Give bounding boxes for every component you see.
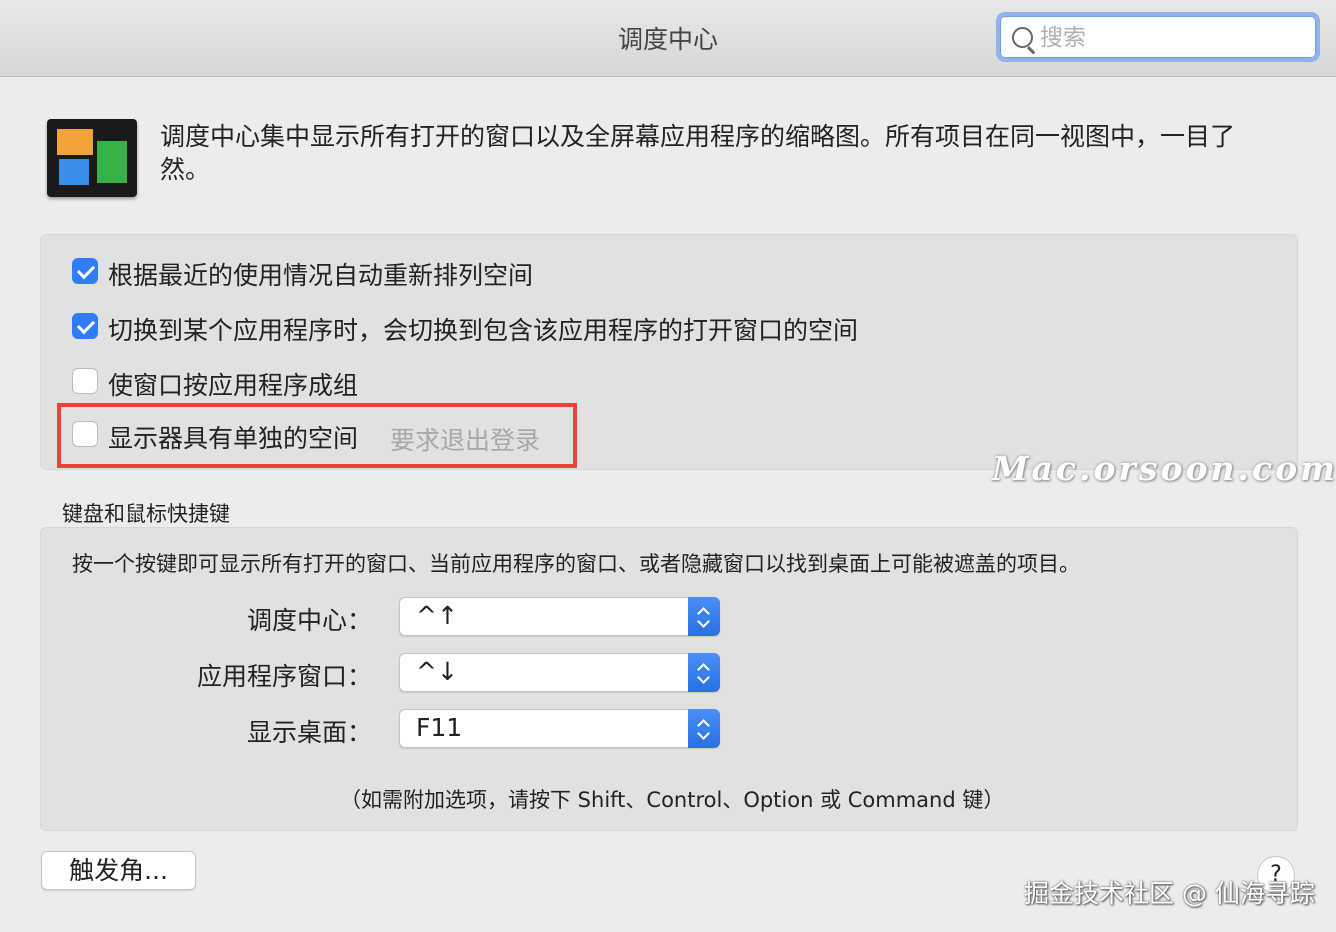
- chevron-updown-icon[interactable]: [688, 597, 720, 636]
- checkbox-group-windows[interactable]: [72, 368, 98, 394]
- shortcut-select-app-windows[interactable]: ^↓: [399, 653, 720, 692]
- search-icon: [1012, 27, 1033, 48]
- select-value: F11: [416, 713, 463, 742]
- option-label: 切换到某个应用程序时，会切换到包含该应用程序的打开窗口的空间: [108, 316, 859, 345]
- select-value: ^↓: [416, 657, 458, 686]
- select-value: ^↑: [416, 601, 458, 630]
- shortcut-select-mission-control[interactable]: ^↑: [399, 597, 720, 636]
- shortcut-label-mission-control: 调度中心：: [246, 606, 372, 635]
- shortcuts-section-title: 键盘和鼠标快捷键: [62, 502, 230, 526]
- chevron-updown-icon[interactable]: [688, 653, 720, 692]
- option-label: 根据最近的使用情况自动重新排列空间: [108, 261, 534, 290]
- shortcut-select-show-desktop[interactable]: F11: [399, 709, 720, 748]
- option-label: 使窗口按应用程序成组: [108, 371, 359, 400]
- checkbox-switch-to-space[interactable]: [72, 313, 98, 339]
- credit-watermark: 掘金技术社区 @ 仙海寻踪: [1024, 879, 1315, 908]
- watermark: Mac.orsoon.com: [992, 449, 1336, 488]
- shortcut-label-show-desktop: 显示桌面：: [246, 718, 372, 747]
- mission-control-icon: [47, 119, 137, 197]
- checkbox-rearrange-spaces[interactable]: [72, 258, 98, 284]
- shortcuts-description: 按一个按键即可显示所有打开的窗口、当前应用程序的窗口、或者隐藏窗口以找到桌面上可…: [72, 552, 1080, 576]
- search-field[interactable]: [996, 12, 1320, 62]
- modifier-hint: （如需附加选项，请按下 Shift、Control、Option 或 Comma…: [340, 788, 1005, 812]
- search-input[interactable]: [1038, 22, 1312, 54]
- highlight-box: [57, 403, 577, 468]
- title-bar: 调度中心: [0, 0, 1336, 77]
- chevron-updown-icon[interactable]: [688, 709, 720, 748]
- intro-description: 调度中心集中显示所有打开的窗口以及全屏幕应用程序的缩略图。所有项目在同一视图中，…: [160, 122, 1236, 184]
- hot-corners-button[interactable]: 触发角...: [41, 851, 196, 890]
- shortcut-label-app-windows: 应用程序窗口：: [196, 662, 372, 691]
